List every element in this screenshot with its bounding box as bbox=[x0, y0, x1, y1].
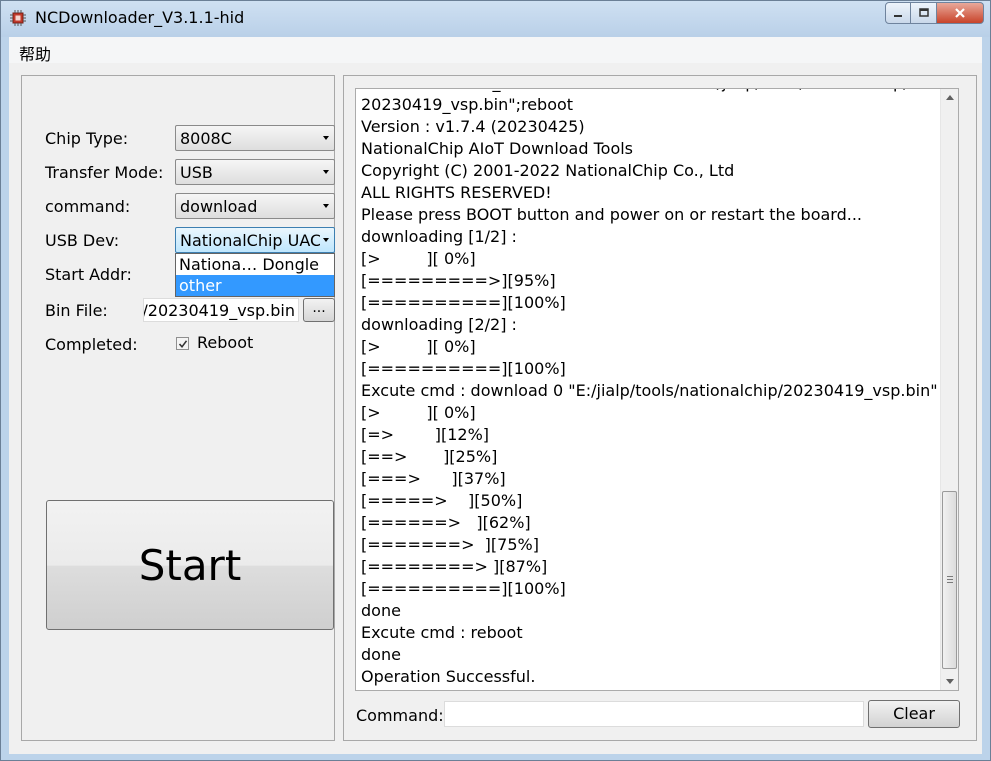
log-line: Operation Successful. bbox=[361, 667, 536, 686]
chip-type-label: Chip Type: bbox=[45, 129, 129, 148]
chip-app-icon bbox=[10, 10, 26, 26]
clear-button[interactable]: Clear bbox=[868, 700, 960, 728]
log-line: [==========][100%] bbox=[361, 579, 566, 598]
completed-label: Completed: bbox=[45, 335, 138, 354]
log-line: Version : v1.7.4 (20230425) bbox=[361, 117, 585, 136]
chevron-down-icon bbox=[323, 238, 329, 242]
chevron-down-icon bbox=[323, 204, 329, 208]
close-button[interactable] bbox=[937, 2, 984, 24]
usb-dev-label: USB Dev: bbox=[45, 231, 120, 250]
chevron-down-icon bbox=[323, 136, 329, 140]
log-line: [> ][ 0%] bbox=[361, 403, 476, 422]
log-line: downloading [1/2] : bbox=[361, 227, 517, 246]
log-line: [========> ][87%] bbox=[361, 557, 548, 576]
transfer-mode-value: USB bbox=[180, 163, 213, 182]
command-input[interactable] bbox=[444, 701, 864, 727]
log-line: [==========][100%] bbox=[361, 359, 566, 378]
bin-file-input[interactable]: /20230419_vsp.bin bbox=[143, 298, 299, 322]
window-controls bbox=[885, 2, 984, 24]
reboot-checkbox[interactable] bbox=[176, 337, 189, 350]
log-line: Copyright (C) 2001-2022 NationalChip Co.… bbox=[361, 161, 735, 180]
log-line: done bbox=[361, 601, 401, 620]
chip-type-value: 8008C bbox=[180, 129, 232, 148]
log-lines: boot.exe -m 488_mini -c u -b download 0 … bbox=[361, 89, 941, 688]
transfer-mode-label: Transfer Mode: bbox=[45, 163, 164, 182]
log-line: [=====> ][50%] bbox=[361, 491, 523, 510]
log-line: [=======> ][75%] bbox=[361, 535, 539, 554]
grip-icon bbox=[947, 576, 953, 583]
log-line: 20230419_vsp.bin";reboot bbox=[361, 95, 574, 114]
log-line: [===> ][37%] bbox=[361, 469, 506, 488]
log-line: NationalChip AIoT Download Tools bbox=[361, 139, 634, 158]
log-line: done bbox=[361, 645, 401, 664]
scroll-down-icon[interactable] bbox=[946, 679, 954, 684]
log-line: [> ][ 0%] bbox=[361, 249, 476, 268]
chip-type-select[interactable]: 8008C bbox=[175, 125, 335, 151]
log-line: [> ][ 0%] bbox=[361, 337, 476, 356]
bin-file-value: /20230419_vsp.bin bbox=[143, 301, 295, 320]
bin-file-label: Bin File: bbox=[45, 301, 108, 320]
log-scrollbar[interactable] bbox=[940, 89, 958, 690]
window-title: NCDownloader_V3.1.1-hid bbox=[35, 8, 245, 27]
close-icon bbox=[955, 8, 965, 18]
log-line: [=========>][95%] bbox=[361, 271, 556, 290]
chevron-down-icon bbox=[323, 170, 329, 174]
app-window: NCDownloader_V3.1.1-hid 帮助 Chip Type: 80… bbox=[0, 0, 991, 761]
maximize-icon bbox=[918, 8, 929, 17]
output-panel: boot.exe -m 488_mini -c u -b download 0 … bbox=[343, 75, 977, 741]
scroll-up-icon[interactable] bbox=[946, 95, 954, 100]
log-line: downloading [2/2] : bbox=[361, 315, 517, 334]
settings-panel: Chip Type: 8008C Transfer Mode: USB comm… bbox=[21, 75, 335, 741]
maximize-button[interactable] bbox=[911, 2, 937, 24]
usb-dev-dropdown: Nationa… Dongle other bbox=[175, 253, 335, 297]
log-line: [==> ][25%] bbox=[361, 447, 498, 466]
reboot-label: Reboot bbox=[197, 333, 254, 352]
menu-bar: 帮助 bbox=[9, 37, 982, 65]
client-area: 帮助 Chip Type: 8008C Transfer Mode: USB c… bbox=[9, 37, 982, 754]
checkmark-icon bbox=[178, 340, 188, 349]
browse-button[interactable]: ... bbox=[303, 298, 335, 322]
usb-dev-select[interactable]: NationalChip UAC bbox=[175, 227, 335, 253]
log-line: [==========][100%] bbox=[361, 293, 566, 312]
title-bar[interactable]: NCDownloader_V3.1.1-hid bbox=[1, 1, 990, 37]
log-line: ALL RIGHTS RESERVED! bbox=[361, 183, 552, 202]
log-line: Please press BOOT button and power on or… bbox=[361, 205, 863, 224]
menu-help[interactable]: 帮助 bbox=[19, 41, 51, 65]
scroll-thumb[interactable] bbox=[942, 491, 957, 669]
command-input-label: Command: bbox=[356, 706, 444, 725]
start-addr-label: Start Addr: bbox=[45, 265, 132, 284]
log-output[interactable]: boot.exe -m 488_mini -c u -b download 0 … bbox=[355, 88, 959, 691]
log-line: [=> ][12%] bbox=[361, 425, 490, 444]
log-line: [======> ][62%] bbox=[361, 513, 531, 532]
transfer-mode-select[interactable]: USB bbox=[175, 159, 335, 185]
command-value: download bbox=[180, 197, 258, 216]
start-button[interactable]: Start bbox=[46, 500, 334, 630]
usb-dev-option[interactable]: other bbox=[176, 275, 334, 296]
minimize-icon bbox=[894, 15, 902, 17]
log-line: Excute cmd : download 0 "E:/jialp/tools/… bbox=[361, 381, 938, 400]
usb-dev-value: NationalChip UAC bbox=[180, 231, 320, 250]
log-line: Excute cmd : reboot bbox=[361, 623, 523, 642]
command-select[interactable]: download bbox=[175, 193, 335, 219]
usb-dev-option[interactable]: Nationa… Dongle bbox=[176, 254, 334, 275]
command-label: command: bbox=[45, 197, 131, 216]
minimize-button[interactable] bbox=[885, 2, 911, 24]
